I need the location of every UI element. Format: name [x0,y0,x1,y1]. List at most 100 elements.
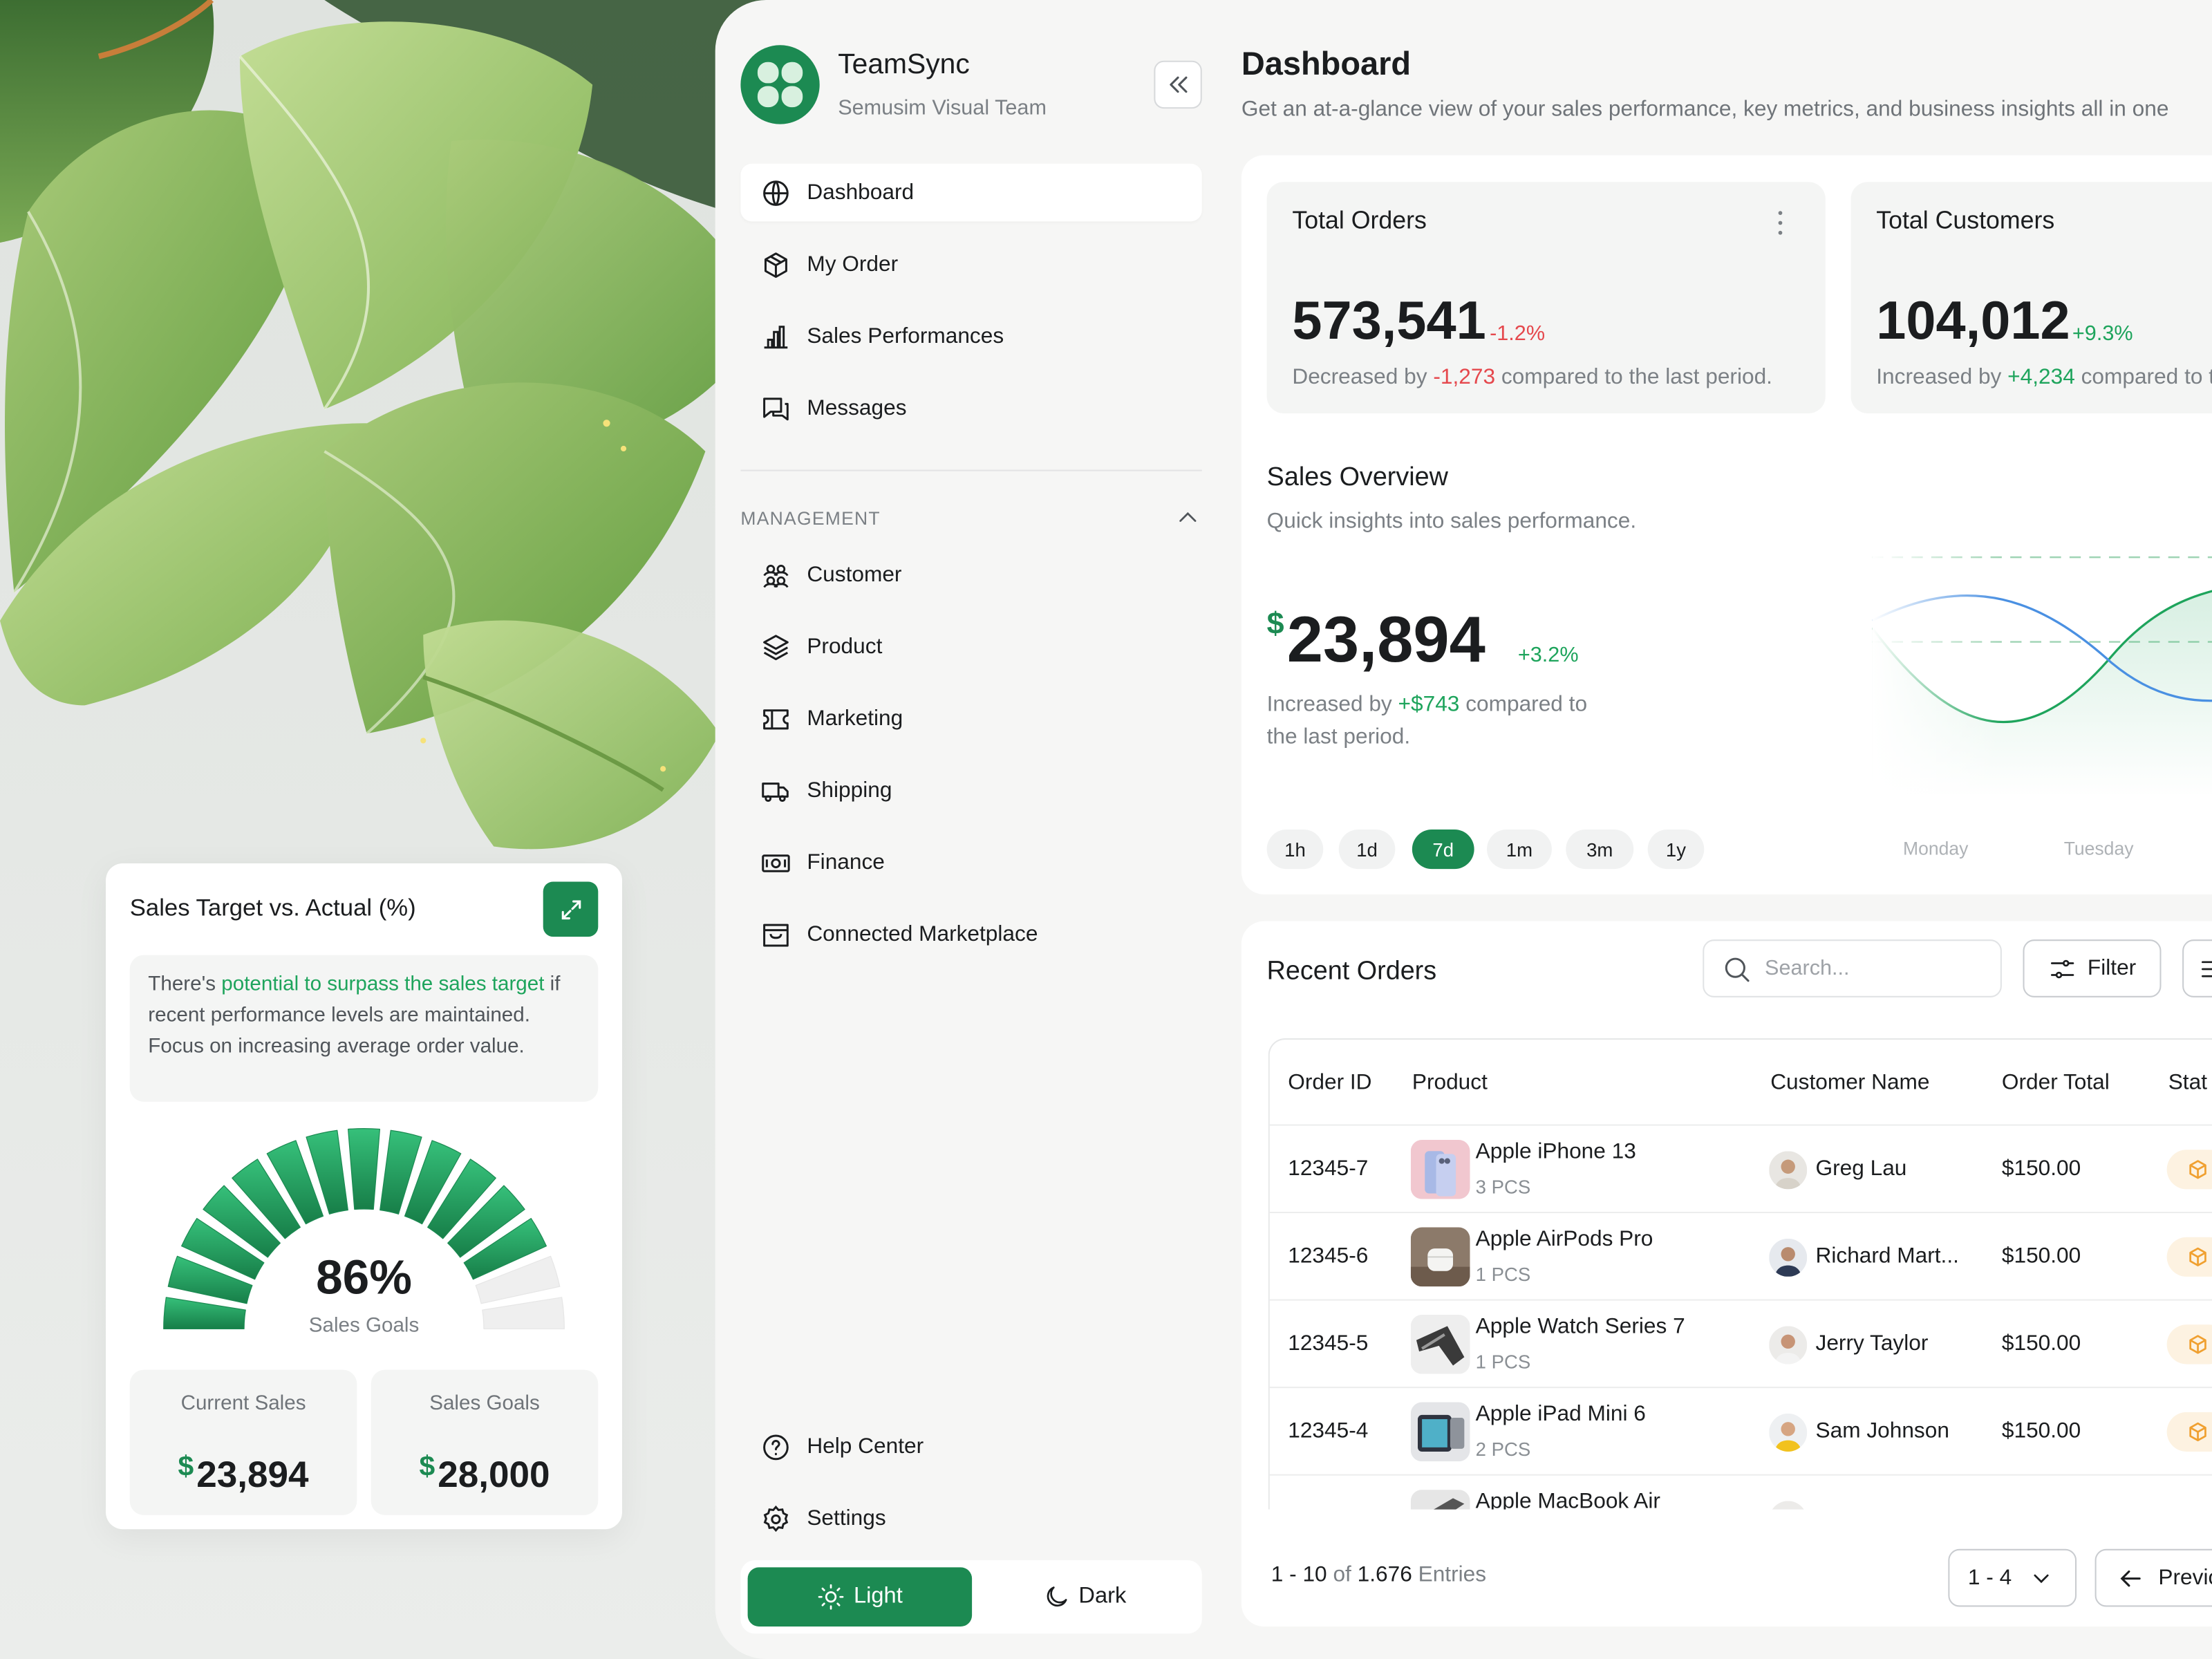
product-thumbnail-ipad [1410,1402,1470,1462]
range-7d[interactable]: 7d [1412,829,1474,870]
current-sales-label: Current Sales [180,1392,306,1415]
status-badge [2166,1324,2212,1365]
nav-customer[interactable]: Customer [740,546,1201,604]
column-header-customer-name[interactable]: Customer Name [1770,1071,1929,1096]
chevron-up-icon[interactable] [1175,505,1201,531]
brand-name: TeamSync [838,49,970,81]
range-1y[interactable]: 1y [1647,829,1705,870]
brand-logo [740,45,820,124]
range-3m[interactable]: 3m [1566,829,1634,870]
truck-icon [762,782,789,802]
range-1m[interactable]: 1m [1487,829,1552,870]
column-header-status[interactable]: Stat [2168,1071,2207,1096]
product-quantity: 3 PCS [1475,1177,1531,1198]
nav-help-center[interactable]: Help Center [740,1418,1201,1476]
chevron-down-icon [2034,1573,2049,1583]
kpi-total-customers: Total Customers 104,012 +9.3% Increased … [1850,182,2212,413]
arrow-left-icon [2120,1569,2141,1586]
status-badge [2166,1412,2212,1452]
nav-sales-performances[interactable]: Sales Performances [740,308,1201,366]
money-icon [762,854,790,872]
nav-my-order[interactable]: My Order [740,236,1201,294]
double-chevron-left-icon [1170,76,1188,93]
table-row[interactable]: 12345-6 Apple AirPods Pro 1 PCS Richard … [1269,1212,2212,1300]
collapse-sidebar-button[interactable] [1154,60,1202,109]
nav-messages[interactable]: Messages [740,379,1201,438]
kpi-change: +9.3% [2072,321,2133,346]
light-theme-button[interactable]: Light [747,1567,973,1627]
current-sales-box: Current Sales $23,894 [129,1369,357,1515]
product-name: Apple MacBook Air [1475,1490,1660,1510]
gauge-percentage: 86% [316,1251,412,1305]
expand-button[interactable] [543,881,599,937]
table-row[interactable]: 12345-7 Apple iPhone 13 3 PCS Greg Lau $… [1269,1124,2212,1212]
kpi-change: -1.2% [1490,321,1546,346]
package-icon [2189,1160,2206,1179]
sidebar: TeamSync Semusim Visual Team Dashboard M… [715,0,1224,1659]
team-name: Semusim Visual Team [838,95,1047,120]
sales-overview-value: $23,894 [1266,602,1485,676]
chat-icon [763,397,789,420]
nav-product[interactable]: Product [740,618,1201,676]
sales-target-card: Sales Target vs. Actual (%) There's pote… [106,863,622,1530]
range-1d[interactable]: 1d [1338,829,1396,870]
avatar [1769,1326,1808,1365]
chart-fade [1872,514,2212,798]
nav-finance[interactable]: Finance [740,834,1201,892]
page-title: Dashboard [1241,45,1412,82]
previous-page-button[interactable]: Previous [2094,1548,2212,1607]
sales-goals-value: $28,000 [419,1451,550,1496]
product-thumbnail-macbook [1410,1490,1470,1510]
table-row[interactable]: Apple MacBook Air [1269,1474,2212,1510]
columns-button[interactable] [2182,939,2212,997]
avatar [1769,1151,1808,1190]
sales-overview-description: Increased by +$743 compared to the last … [1266,693,1588,749]
nav-shipping[interactable]: Shipping [740,762,1201,820]
search-icon [1725,957,1750,982]
customer-name: Greg Lau [1815,1156,1907,1181]
column-header-order-id[interactable]: Order ID [1288,1071,1371,1096]
sales-overview-change: +3.2% [1517,643,1579,668]
column-header-order-total[interactable]: Order Total [2002,1071,2110,1096]
order-id: 12345-7 [1288,1156,1369,1181]
sales-target-title: Sales Target vs. Actual (%) [129,894,416,921]
order-total: $150.00 [2001,1331,2081,1356]
layers-icon [763,634,789,660]
order-id: 12345-4 [1288,1419,1369,1443]
insight-highlight: potential to surpass the sales target [221,973,545,996]
avatar [1769,1413,1808,1452]
kpi-total-orders: Total Orders 573,541 -1.2% Decreased by … [1266,182,1826,413]
order-total: $150.00 [2001,1419,2081,1443]
more-vertical-icon[interactable] [1766,207,1794,238]
nav-settings[interactable]: Settings [740,1490,1201,1548]
entries-summary: 1 - 10 of 1.676 Entries [1271,1563,1487,1587]
product-thumbnail-watch [1410,1315,1470,1374]
gauge-label: Sales Goals [308,1315,420,1338]
product-quantity: 2 PCS [1475,1438,1531,1461]
table-row[interactable]: 12345-5 Apple Watch Series 7 1 PCS Jerry… [1269,1299,2212,1387]
order-total: $150.00 [2001,1244,2081,1268]
filter-button[interactable]: Filter [2023,939,2162,997]
day-label-monday: Monday [1903,838,1969,859]
store-icon [763,923,789,946]
range-1h[interactable]: 1h [1266,829,1324,870]
theme-switch: Light Dark [740,1560,1202,1634]
search-input[interactable]: Search... [1703,939,2002,997]
ticket-icon [763,709,789,729]
clover-logo-icon [757,62,803,108]
kpi-description: Increased by +4,234 compared to the last… [1876,365,2212,390]
nav-connected-marketplace[interactable]: Connected Marketplace [740,906,1201,964]
page-subtitle: Get an at-a-glance view of your sales pe… [1241,97,2169,122]
dark-theme-button[interactable]: Dark [972,1567,1196,1627]
column-header-product[interactable]: Product [1412,1071,1488,1096]
nav-marketing[interactable]: Marketing [740,690,1201,748]
sales-overview-chart [1872,514,2212,798]
nav-dashboard[interactable]: Dashboard [740,163,1202,222]
search-placeholder: Search... [1765,956,1850,981]
sliders-icon [2050,959,2074,978]
table-row[interactable]: 12345-4 Apple iPad Mini 6 2 PCS Sam John… [1269,1387,2212,1474]
page-range-select[interactable]: 1 - 4 [1948,1548,2077,1607]
kpi-title: Total Orders [1292,205,1427,234]
help-circle-icon [763,1434,789,1460]
kpi-title: Total Customers [1876,205,2055,234]
